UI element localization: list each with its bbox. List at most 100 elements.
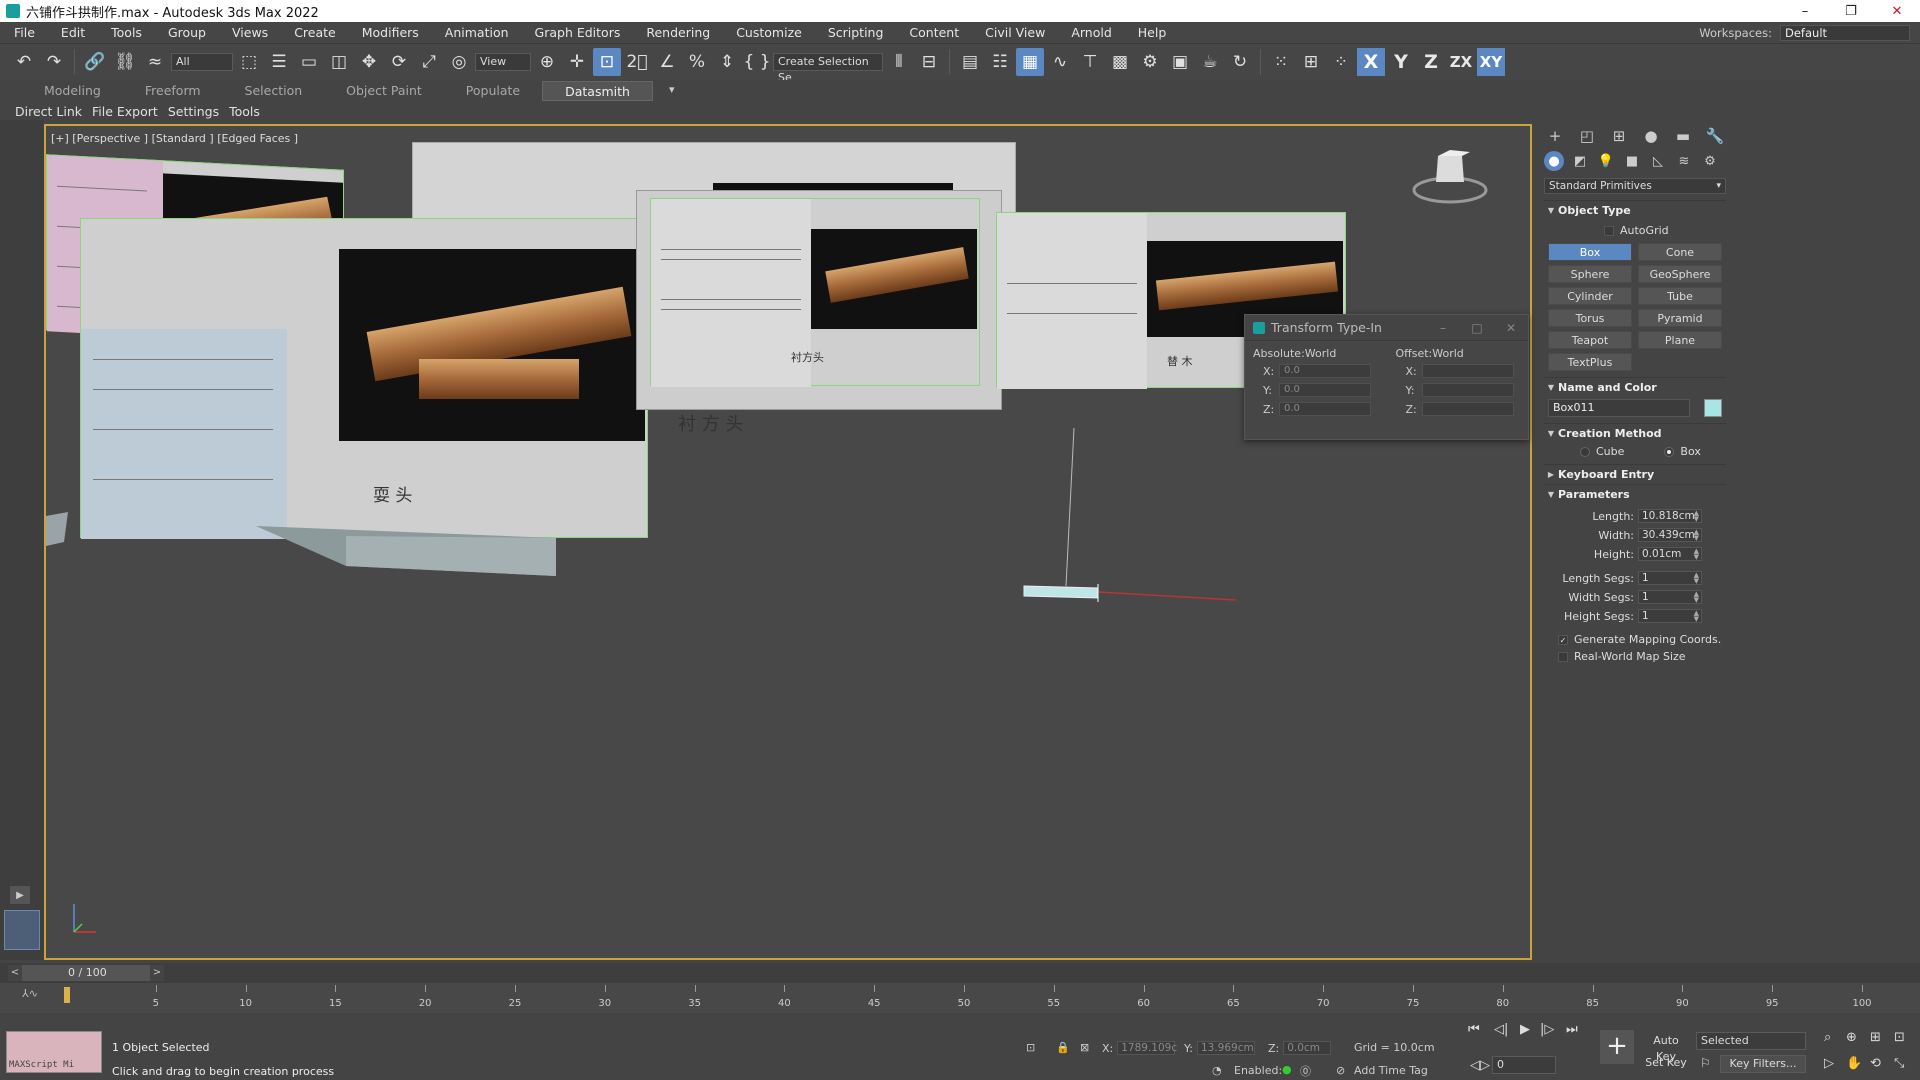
zoom-extents-icon[interactable]: ⊞ (1870, 1030, 1881, 1045)
menu-create[interactable]: Create (281, 22, 349, 44)
ribbon-toggle-icon[interactable]: ▦ (1016, 48, 1044, 76)
key-mode-toggle-icon[interactable]: ⚐ (1700, 1056, 1711, 1070)
menu-customize[interactable]: Customize (723, 22, 815, 44)
menu-animation[interactable]: Animation (432, 22, 522, 44)
direct-link-button[interactable]: Direct Link (10, 104, 87, 119)
object-color-swatch[interactable] (1704, 399, 1722, 417)
redo-icon[interactable]: ↷ (40, 48, 68, 76)
select-manipulate-icon[interactable]: ✛ (563, 48, 591, 76)
pivot-center-icon[interactable]: ⊕ (533, 48, 561, 76)
perspective-viewport[interactable]: [+] [Perspective ] [Standard ] [Edged Fa… (44, 124, 1532, 960)
close-button[interactable]: ✕ (1874, 0, 1920, 22)
key-mode-icon[interactable]: ◁▷ (1470, 1058, 1490, 1073)
zoom-all-icon[interactable]: ⊕ (1846, 1030, 1857, 1045)
real-world-map-checkbox[interactable]: Real-World Map Size (1544, 650, 1726, 663)
selection-set-dropdown[interactable]: Selected (1696, 1032, 1806, 1050)
space-warps-icon[interactable]: ≋ (1674, 151, 1694, 171)
viewport-layout-button[interactable] (4, 910, 40, 950)
field-of-view-icon[interactable]: ▷ (1824, 1056, 1834, 1071)
modify-tab-icon[interactable]: ◰ (1576, 125, 1598, 147)
lock-selection-icon[interactable]: 🔒 (1056, 1041, 1070, 1054)
current-frame-field[interactable]: 0 (1492, 1056, 1556, 1074)
menu-file[interactable]: File (0, 22, 48, 44)
render-production-icon[interactable]: ☕ (1196, 48, 1224, 76)
prev-frame-icon[interactable]: < (8, 965, 22, 981)
x-coordinate-field[interactable]: 1789.109c (1117, 1041, 1177, 1055)
plane-button[interactable]: Plane (1638, 331, 1722, 349)
absolute-mode-icon[interactable]: ⊠ (1080, 1041, 1089, 1054)
percent-snap-icon[interactable]: % (683, 48, 711, 76)
pyramid-button[interactable]: Pyramid (1638, 309, 1722, 327)
sphere-button[interactable]: Sphere (1548, 265, 1632, 283)
snaps-toggle-icon[interactable]: 2⃣ (623, 48, 651, 76)
rendered-frame-window-icon[interactable]: ▣ (1166, 48, 1194, 76)
menu-arnold[interactable]: Arnold (1058, 22, 1124, 44)
scale-icon[interactable]: ⤢ (415, 48, 443, 76)
primitive-category-dropdown[interactable]: Standard Primitives ▾ (1544, 178, 1726, 194)
object-name-field[interactable]: Box011 (1548, 399, 1691, 417)
lights-icon[interactable]: 💡 (1596, 151, 1616, 171)
hierarchy-tab-icon[interactable]: ⊞ (1608, 125, 1630, 147)
curve-editor-icon[interactable]: ∿ (1046, 48, 1074, 76)
scene-geometry[interactable] (46, 126, 1530, 958)
prev-key-icon[interactable]: ◁| (1494, 1022, 1508, 1037)
scene-explorer-icon[interactable]: ▤ (956, 48, 984, 76)
edit-named-selection-icon[interactable]: { } (743, 48, 771, 76)
curve-editor-mini-icon[interactable]: ⅄∿ (22, 987, 38, 1000)
tab-selection[interactable]: Selection (223, 81, 325, 101)
offset-y-field[interactable] (1421, 383, 1514, 397)
autogrid-checkbox[interactable]: AutoGrid (1544, 224, 1726, 237)
unlink-icon[interactable]: ⛓ (111, 48, 139, 76)
rollout-header[interactable]: ▼ Parameters (1544, 484, 1726, 504)
next-frame-icon[interactable]: > (150, 965, 164, 981)
bind-space-warp-icon[interactable]: ≈ (141, 48, 169, 76)
schematic-view-icon[interactable]: ⊤ (1076, 48, 1104, 76)
orbit-icon[interactable]: ⟲ (1870, 1056, 1881, 1071)
pan-view-icon[interactable]: ✋ (1846, 1056, 1862, 1071)
tab-populate[interactable]: Populate (444, 81, 542, 101)
cameras-icon[interactable]: ■ (1622, 151, 1642, 171)
tab-freeform[interactable]: Freeform (123, 81, 223, 101)
rollout-header[interactable]: ▼ Object Type (1544, 200, 1726, 220)
zoom-extents-all-icon[interactable]: ⊡ (1894, 1030, 1905, 1045)
utilities-tab-icon[interactable]: 🔧 (1704, 125, 1726, 147)
rollout-header[interactable]: ▼ Name and Color (1544, 377, 1726, 397)
z-coordinate-field[interactable]: 0.0cm (1283, 1041, 1332, 1055)
play-icon[interactable]: ▶ (1520, 1022, 1530, 1037)
textplus-button[interactable]: TextPlus (1548, 353, 1632, 371)
render-iterative-icon[interactable]: ↻ (1226, 48, 1254, 76)
ribbon-options-icon[interactable]: ▾ (669, 83, 693, 99)
restore-button[interactable]: ❐ (1828, 0, 1874, 22)
tube-button[interactable]: Tube (1638, 287, 1722, 305)
add-time-tag-button[interactable]: Add Time Tag (1354, 1064, 1428, 1077)
length-field[interactable]: 10.818cm ▲ ▼ (1638, 509, 1702, 523)
display-tab-icon[interactable]: ▬ (1672, 125, 1694, 147)
auto-key-button[interactable]: Auto Key (1644, 1033, 1688, 1063)
width-field[interactable]: 30.439cm ▲ ▼ (1638, 528, 1702, 542)
systems-icon[interactable]: ⚙ (1700, 151, 1720, 171)
dialog-titlebar[interactable]: Transform Type-In – □ ✕ (1245, 315, 1528, 341)
select-by-name-icon[interactable]: ☰ (265, 48, 293, 76)
menu-views[interactable]: Views (219, 22, 281, 44)
selection-filter-dropdown[interactable]: All (171, 53, 233, 71)
spinner-snap-icon[interactable]: ⇕ (713, 48, 741, 76)
helpers-icon[interactable]: ◺ (1648, 151, 1668, 171)
axis-y-button[interactable]: Y (1387, 48, 1415, 76)
material-editor-icon[interactable]: ▩ (1106, 48, 1134, 76)
expand-arrow-icon[interactable]: ▶ (10, 886, 30, 904)
time-tag-icon[interactable]: ⊘ (1336, 1064, 1345, 1077)
torus-button[interactable]: Torus (1548, 309, 1632, 327)
track-bar[interactable]: ⅄∿ 5 10 15 20 25 30 35 40 45 50 55 60 65 70 75 80 85 90 95… (0, 983, 1920, 1013)
set-keys-button[interactable]: + (1600, 1030, 1634, 1064)
minimize-icon[interactable]: – (1426, 321, 1460, 335)
rollout-header[interactable]: ▶ Keyboard Entry (1544, 464, 1726, 484)
axis-zx-button[interactable]: ZX (1447, 48, 1475, 76)
close-icon[interactable]: ✕ (1494, 321, 1528, 335)
geometry-icon[interactable]: ● (1544, 151, 1564, 171)
generate-mapping-checkbox[interactable]: ✓ Generate Mapping Coords. (1544, 633, 1726, 646)
placement-icon[interactable]: ◎ (445, 48, 473, 76)
angle-snap-icon[interactable]: ∠ (653, 48, 681, 76)
menu-group[interactable]: Group (155, 22, 219, 44)
rectangular-selection-icon[interactable]: ▭ (295, 48, 323, 76)
goto-start-icon[interactable]: ⏮ (1468, 1022, 1480, 1037)
